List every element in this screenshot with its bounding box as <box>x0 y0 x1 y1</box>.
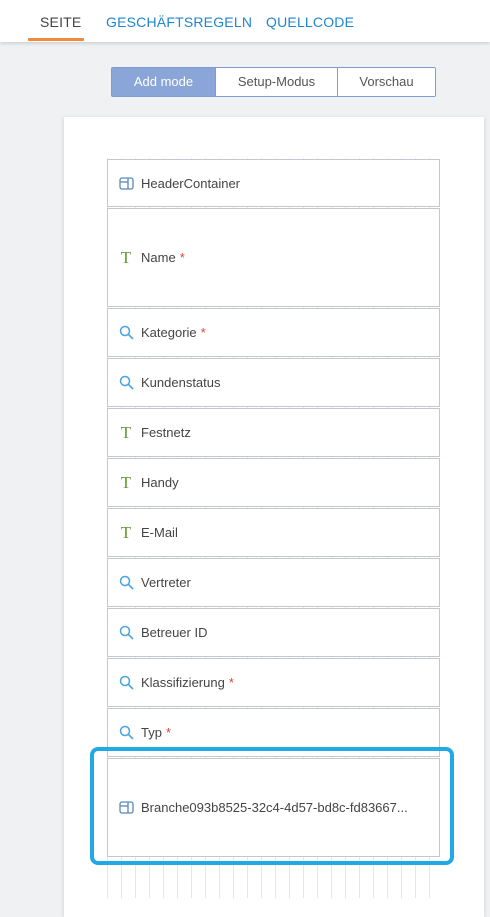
tab-quellcode[interactable]: QUELLCODE <box>266 14 354 30</box>
search-icon <box>118 325 134 341</box>
tab-seite[interactable]: SEITE <box>40 14 81 30</box>
field-branche[interactable]: Branche093b8525-32c4-4d57-bd8c-fd83667..… <box>107 758 440 857</box>
field-label: Kundenstatus <box>141 375 221 390</box>
required-marker: * <box>200 325 206 340</box>
text-icon: T <box>120 472 132 492</box>
field-label: HeaderContainer <box>141 175 241 191</box>
required-marker: * <box>228 675 234 690</box>
field-kategorie[interactable]: Kategorie * <box>107 308 440 357</box>
search-icon <box>118 675 134 691</box>
field-label: E-Mail <box>141 525 178 540</box>
field-vertreter[interactable]: Vertreter <box>107 558 440 607</box>
field-label: Name <box>141 250 176 265</box>
text-icon: T <box>120 247 132 267</box>
required-marker: * <box>165 725 172 740</box>
add-mode-button[interactable]: Add mode <box>112 68 216 96</box>
tab-geschaeftsregeln[interactable]: GESCHÄFTSREGELN <box>106 14 252 30</box>
field-name[interactable]: T Name * <box>107 208 440 307</box>
text-icon: T <box>120 422 132 442</box>
field-typ[interactable]: Typ * <box>107 708 440 757</box>
field-label: Vertreter <box>141 575 191 590</box>
preview-button[interactable]: Vorschau <box>338 68 435 96</box>
field-label: Betreuer ID <box>141 625 208 640</box>
search-icon <box>118 575 134 591</box>
mode-switcher: Add mode Setup-Modus Vorschau <box>111 67 436 97</box>
field-klassifizierung[interactable]: Klassifizierung * <box>107 658 440 707</box>
field-label: Typ <box>141 725 162 740</box>
container-icon <box>118 175 134 191</box>
field-handy[interactable]: T Handy <box>107 458 440 507</box>
field-betreuer-id[interactable]: Betreuer ID <box>107 608 440 657</box>
search-icon <box>118 625 134 641</box>
text-icon: T <box>120 522 132 542</box>
field-kundenstatus[interactable]: Kundenstatus <box>107 358 440 407</box>
field-label: Klassifizierung <box>141 675 225 690</box>
top-tab-bar: SEITE GESCHÄFTSREGELN QUELLCODE <box>0 0 490 42</box>
field-label: Branche093b8525-32c4-4d57-bd8c-fd83667..… <box>141 800 408 815</box>
field-label: Festnetz <box>141 425 191 440</box>
required-marker: * <box>179 250 185 265</box>
field-email[interactable]: T E-Mail <box>107 508 440 557</box>
setup-mode-button[interactable]: Setup-Modus <box>216 68 338 96</box>
active-tab-indicator <box>28 38 84 41</box>
search-icon <box>118 725 134 741</box>
field-label: Kategorie <box>141 325 197 340</box>
search-icon <box>118 375 134 391</box>
container-icon <box>118 800 134 816</box>
field-label: Handy <box>141 475 179 490</box>
field-festnetz[interactable]: T Festnetz <box>107 408 440 457</box>
field-headercontainer[interactable]: HeaderContainer <box>107 159 440 207</box>
